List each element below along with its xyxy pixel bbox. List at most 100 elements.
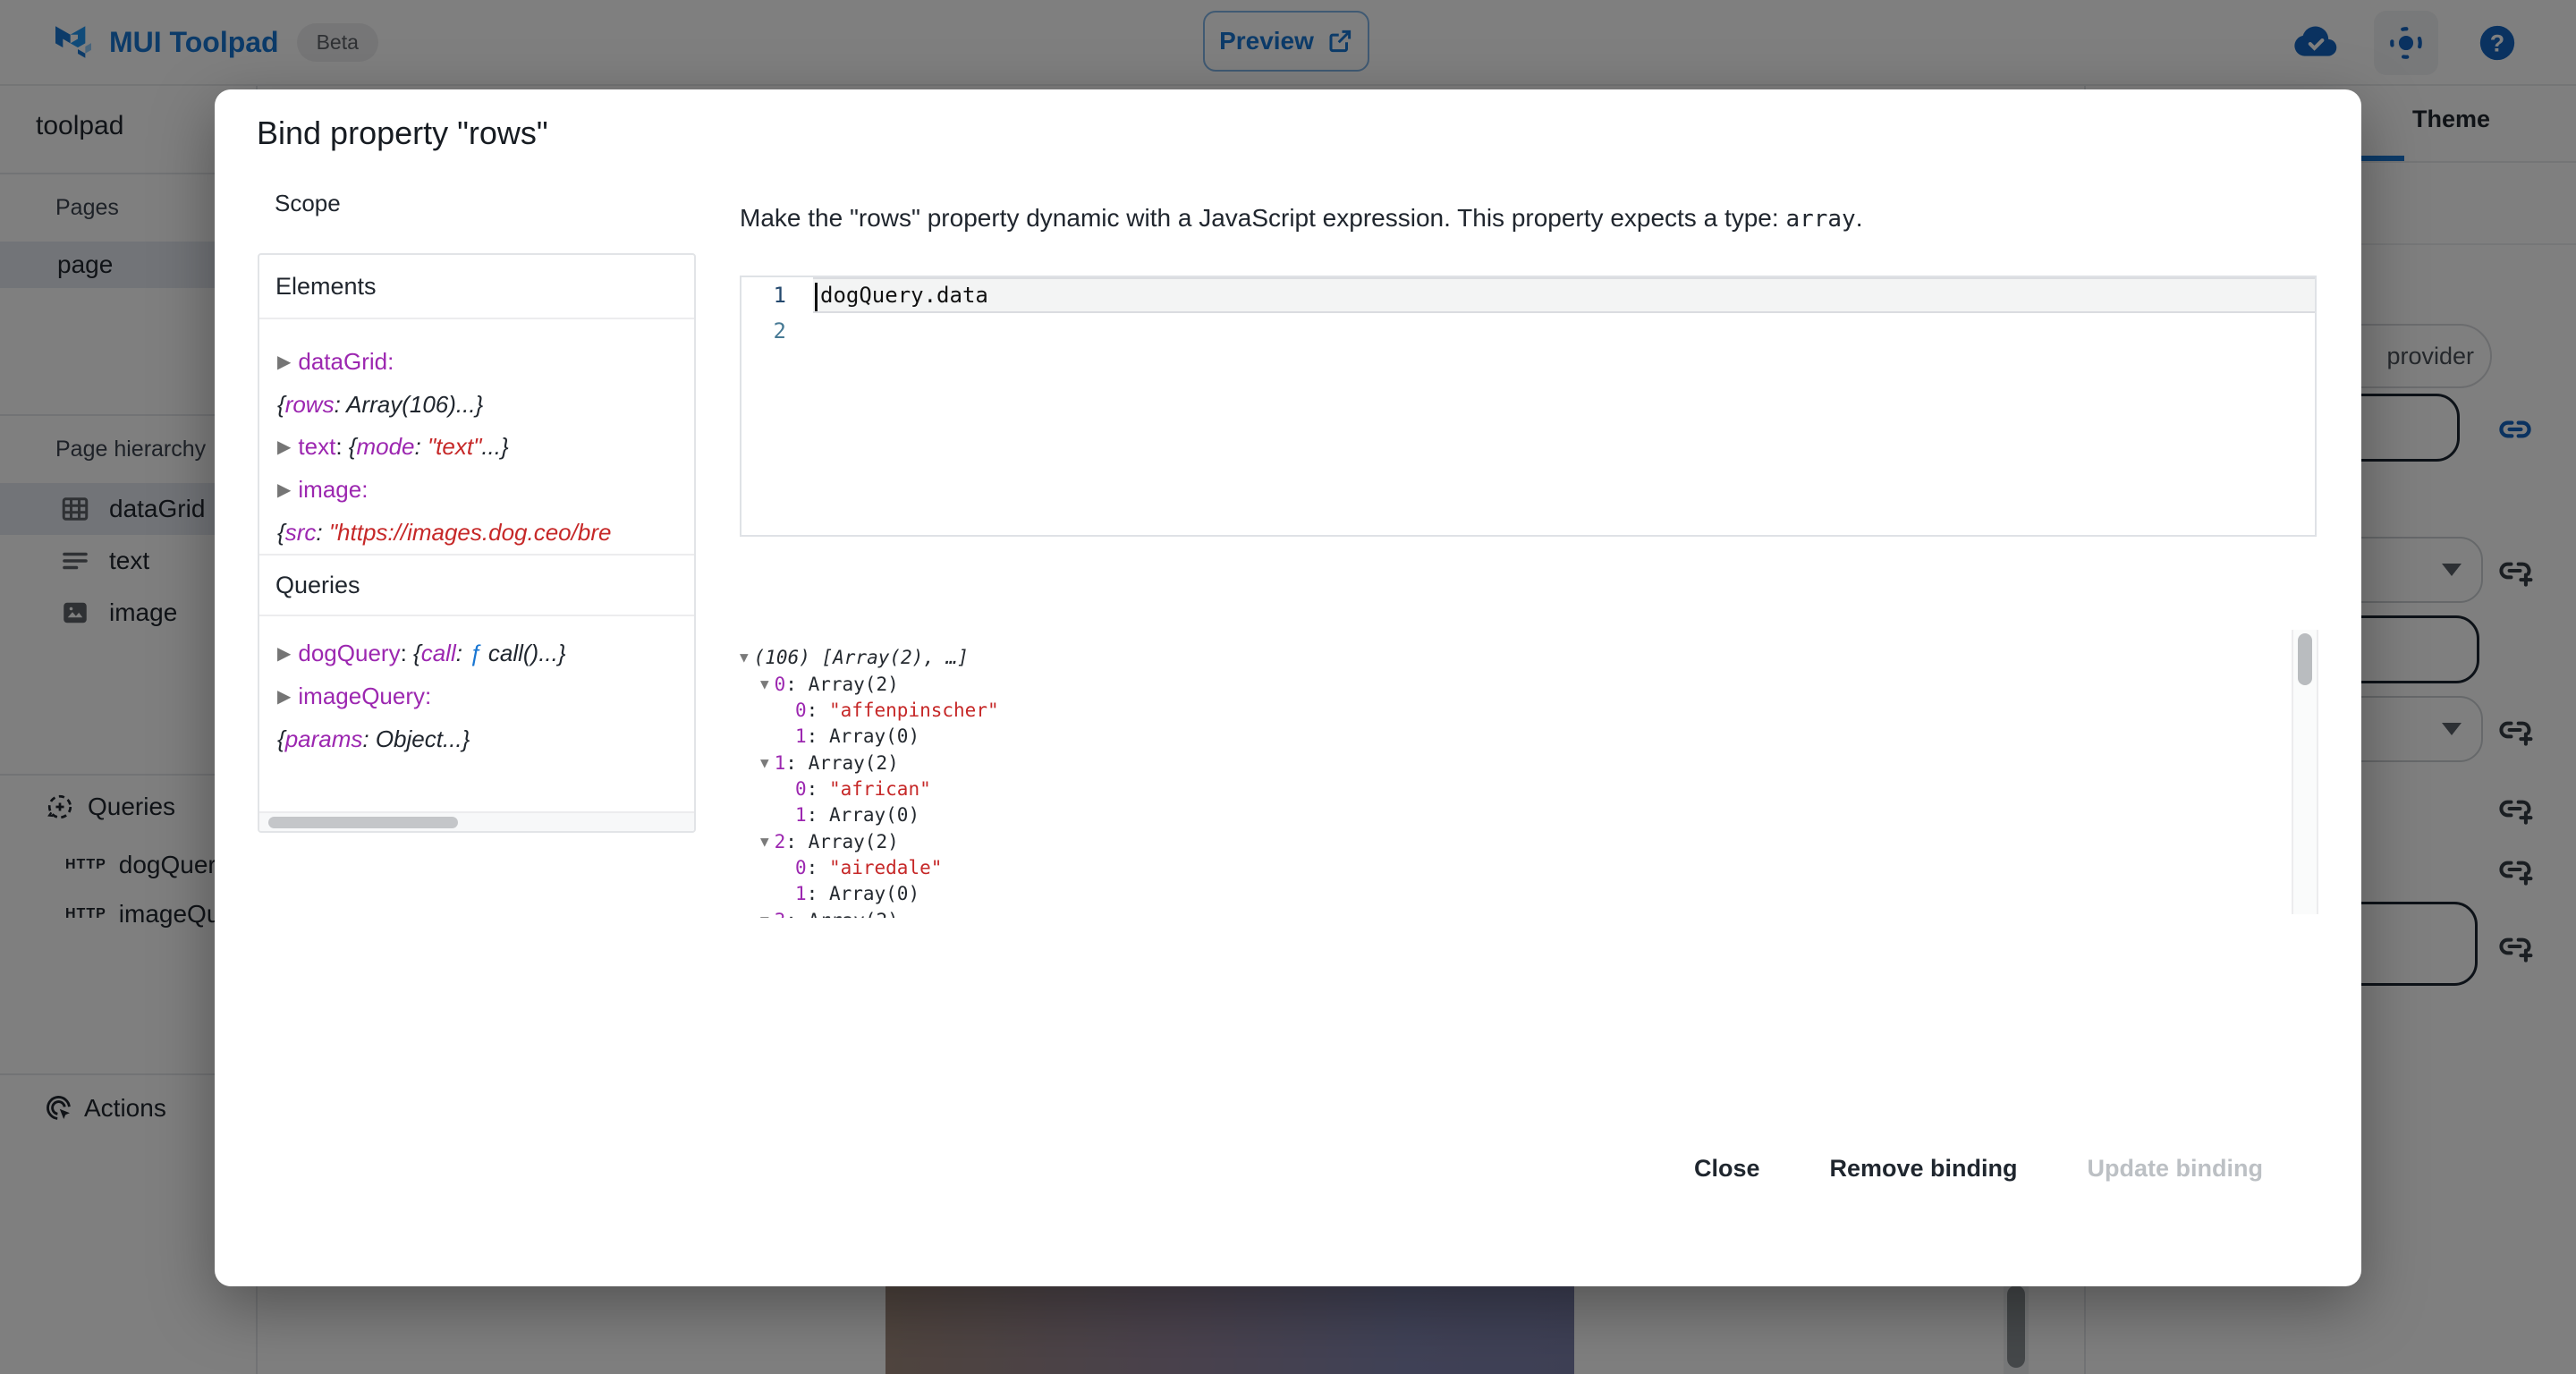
tree-segment: :	[401, 640, 413, 666]
close-button[interactable]: Close	[1673, 1142, 1782, 1195]
description-type: array	[1785, 206, 1855, 233]
tree-segment: 0	[795, 700, 807, 721]
result-scrollbar[interactable]	[2292, 630, 2318, 914]
tree-row[interactable]: 0: "airedale"	[740, 855, 2292, 881]
tree-segment: ▼	[760, 754, 775, 771]
tree-segment: call	[421, 640, 456, 666]
tree-segment: ▼	[760, 675, 775, 692]
tree-row[interactable]: ▶dogQuery: {call: ƒ call()...}	[277, 632, 694, 675]
code-editor[interactable]: 1 dogQuery.data 2	[740, 276, 2317, 537]
tree-segment: 1	[795, 804, 807, 826]
dialog-description: Make the "rows" property dynamic with a …	[740, 204, 1863, 233]
tree-row[interactable]: ▼2: Array(2)	[740, 828, 2292, 855]
tree-row[interactable]: ▶dataGrid:	[277, 341, 694, 384]
tree-segment: : Array(0)	[807, 725, 919, 747]
tree-row[interactable]: ▼0: Array(2)	[740, 671, 2292, 698]
tree-segment: {	[277, 725, 285, 752]
tree-segment: : Object...}	[362, 725, 470, 752]
queries-tree: ▶dogQuery: {call: ƒ call()...}▶imageQuer…	[259, 616, 694, 760]
tree-segment: "airedale"	[829, 857, 942, 878]
tree-segment: : Array(2)	[785, 831, 898, 852]
tree-row[interactable]: 1: Array(0)	[740, 881, 2292, 907]
tree-segment: 1	[795, 883, 807, 904]
elements-tree: ▶dataGrid:{rows: Array(106)...}▶text: {m…	[259, 319, 694, 554]
tree-segment: image:	[298, 476, 368, 503]
scope-scrollbar-thumb[interactable]	[268, 817, 458, 828]
tree-segment: 1	[795, 725, 807, 747]
tree-segment: mode	[356, 433, 414, 460]
result-preview-tree: ▼(106) [Array(2), …]▼0: Array(2)0: "affe…	[740, 630, 2292, 918]
tree-row[interactable]: ▶text: {mode: "text"...}	[277, 426, 694, 469]
update-binding-button[interactable]: Update binding	[2066, 1142, 2284, 1195]
tree-segment: ▼	[760, 833, 775, 850]
tree-segment: :	[415, 433, 428, 460]
tree-row[interactable]: {params: Object...}	[277, 718, 694, 760]
tree-segment: : Array(2)	[785, 752, 898, 774]
tree-segment: "https://images.dog.ceo/bre	[329, 519, 612, 546]
tree-row[interactable]: {src: "https://images.dog.ceo/bre	[277, 512, 694, 554]
tree-segment: : Array(0)	[807, 804, 919, 826]
tree-segment: call()...}	[482, 640, 566, 666]
tree-segment: :	[456, 640, 469, 666]
elements-header: Elements	[259, 255, 694, 319]
tree-segment: 0	[795, 778, 807, 800]
tree-segment: 0	[775, 674, 786, 695]
tree-segment: 2	[775, 831, 786, 852]
queries-header: Queries	[259, 554, 694, 616]
tree-segment: "african"	[829, 778, 931, 800]
tree-row[interactable]: ▶imageQuery:	[277, 675, 694, 718]
tree-segment: rows	[285, 391, 335, 418]
tree-segment: 1	[775, 752, 786, 774]
tree-segment: ▼	[760, 912, 775, 918]
tree-segment: {	[277, 519, 285, 546]
editor-line-2[interactable]: 2	[741, 313, 2315, 349]
tree-segment: ▶	[277, 352, 298, 372]
tree-row[interactable]: ▼(106) [Array(2), …]	[740, 630, 2292, 671]
app-root: MUI Toolpad Beta Preview	[0, 0, 2576, 1374]
tree-segment: ...}	[481, 433, 508, 460]
tree-row[interactable]: ▼3: Array(2)	[740, 907, 2292, 918]
tree-segment: (106) [Array(2), …]	[754, 647, 969, 668]
tree-row[interactable]: 1: Array(0)	[740, 802, 2292, 828]
description-text: Make the "rows" property dynamic with a …	[740, 204, 1785, 232]
tree-segment: dogQuery	[298, 640, 400, 666]
tree-row[interactable]: 1: Array(0)	[740, 724, 2292, 750]
tree-segment: imageQuery:	[298, 683, 431, 709]
editor-code: dogQuery.data	[820, 283, 988, 308]
tree-row[interactable]: ▶image:	[277, 469, 694, 512]
tree-segment: :	[807, 778, 829, 800]
result-scrollbar-thumb[interactable]	[2298, 633, 2312, 685]
tree-segment: :	[807, 700, 829, 721]
tree-segment: : Array(106)...}	[335, 391, 484, 418]
tree-segment: :	[807, 857, 829, 878]
line-number: 1	[741, 283, 813, 308]
tree-row[interactable]: 0: "affenpinscher"	[740, 698, 2292, 724]
dialog-title: Bind property "rows"	[257, 114, 548, 152]
tree-segment: "affenpinscher"	[829, 700, 999, 721]
tree-segment: 0	[795, 857, 807, 878]
tree-segment: dataGrid:	[298, 348, 394, 375]
tree-segment: ▶	[277, 480, 298, 500]
tree-segment: ▼	[740, 649, 754, 666]
scope-browser: Elements ▶dataGrid:{rows: Array(106)...}…	[258, 253, 696, 833]
bind-property-dialog: Bind property "rows" Scope Elements ▶dat…	[215, 89, 2361, 1286]
scope-label: Scope	[275, 190, 341, 217]
tree-row[interactable]: {rows: Array(106)...}	[277, 384, 694, 426]
tree-segment: : Array(2)	[785, 910, 898, 918]
tree-segment: "text"	[428, 433, 481, 460]
scope-horizontal-scrollbar[interactable]	[259, 811, 694, 831]
tree-segment: :	[335, 433, 348, 460]
remove-binding-button[interactable]: Remove binding	[1809, 1142, 2039, 1195]
tree-row[interactable]: 0: "african"	[740, 776, 2292, 802]
text-cursor	[815, 283, 818, 311]
tree-segment: {	[413, 640, 421, 666]
tree-segment: :	[316, 519, 328, 546]
editor-line-1[interactable]: 1 dogQuery.data	[741, 277, 2315, 313]
tree-segment: ▶	[277, 644, 298, 664]
tree-segment: : Array(0)	[807, 883, 919, 904]
tree-row[interactable]: ▼1: Array(2)	[740, 750, 2292, 776]
tree-segment: params	[285, 725, 363, 752]
tree-segment: src	[285, 519, 317, 546]
tree-segment: ▶	[277, 687, 298, 707]
tree-segment: ƒ	[469, 640, 481, 666]
